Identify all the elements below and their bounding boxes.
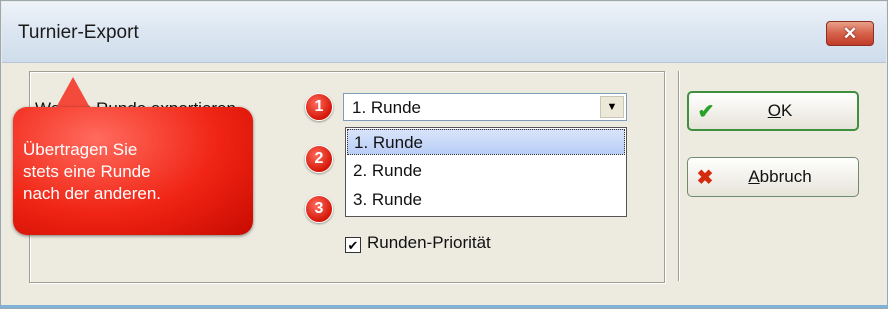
priority-checkbox-label[interactable]: Runden-Priorität bbox=[367, 233, 491, 253]
close-icon: ✕ bbox=[842, 23, 858, 43]
round-option[interactable]: 3. Runde bbox=[347, 187, 625, 213]
round-option[interactable]: 1. Runde bbox=[347, 129, 625, 155]
combo-value: 1. Runde bbox=[352, 98, 421, 117]
button-separator bbox=[678, 71, 679, 281]
close-button[interactable]: ✕ bbox=[826, 21, 874, 46]
checkmark-icon: ✔ bbox=[347, 237, 359, 253]
cancel-button-label: Abbruch bbox=[748, 167, 812, 186]
ok-button-label: OK bbox=[767, 101, 793, 120]
cancel-button[interactable]: ✖ Abbruch bbox=[687, 157, 859, 197]
title-bar: Turnier-Export ✕ bbox=[2, 2, 886, 63]
priority-checkbox[interactable]: ✔ bbox=[345, 237, 361, 253]
window-bottom-border bbox=[1, 305, 888, 308]
ok-button[interactable]: ✔ OK bbox=[687, 91, 859, 131]
x-icon: ✖ bbox=[696, 166, 714, 189]
round-combobox[interactable]: 1. Runde ▼ bbox=[343, 93, 627, 121]
annotation-badge-3: 3 bbox=[305, 195, 333, 223]
check-icon: ✔ bbox=[697, 100, 715, 123]
round-option[interactable]: 2. Runde bbox=[347, 158, 625, 184]
dropdown-arrow-icon[interactable]: ▼ bbox=[600, 96, 624, 118]
annotation-badge-1: 1 bbox=[305, 93, 333, 121]
window-title: Turnier-Export bbox=[18, 22, 139, 43]
round-dropdown-list: 1. Runde 2. Runde 3. Runde bbox=[345, 127, 627, 217]
dialog-window: Turnier-Export ✕ Welche Runde exportiere… bbox=[0, 0, 888, 309]
hint-callout: Übertragen Sie stets eine Runde nach der… bbox=[13, 107, 253, 235]
annotation-badge-2: 2 bbox=[305, 145, 333, 173]
callout-text: Übertragen Sie stets eine Runde nach der… bbox=[23, 139, 161, 205]
callout-line: stets eine Runde bbox=[23, 162, 151, 181]
callout-line: Übertragen Sie bbox=[23, 140, 138, 159]
callout-line: nach der anderen. bbox=[23, 184, 161, 203]
